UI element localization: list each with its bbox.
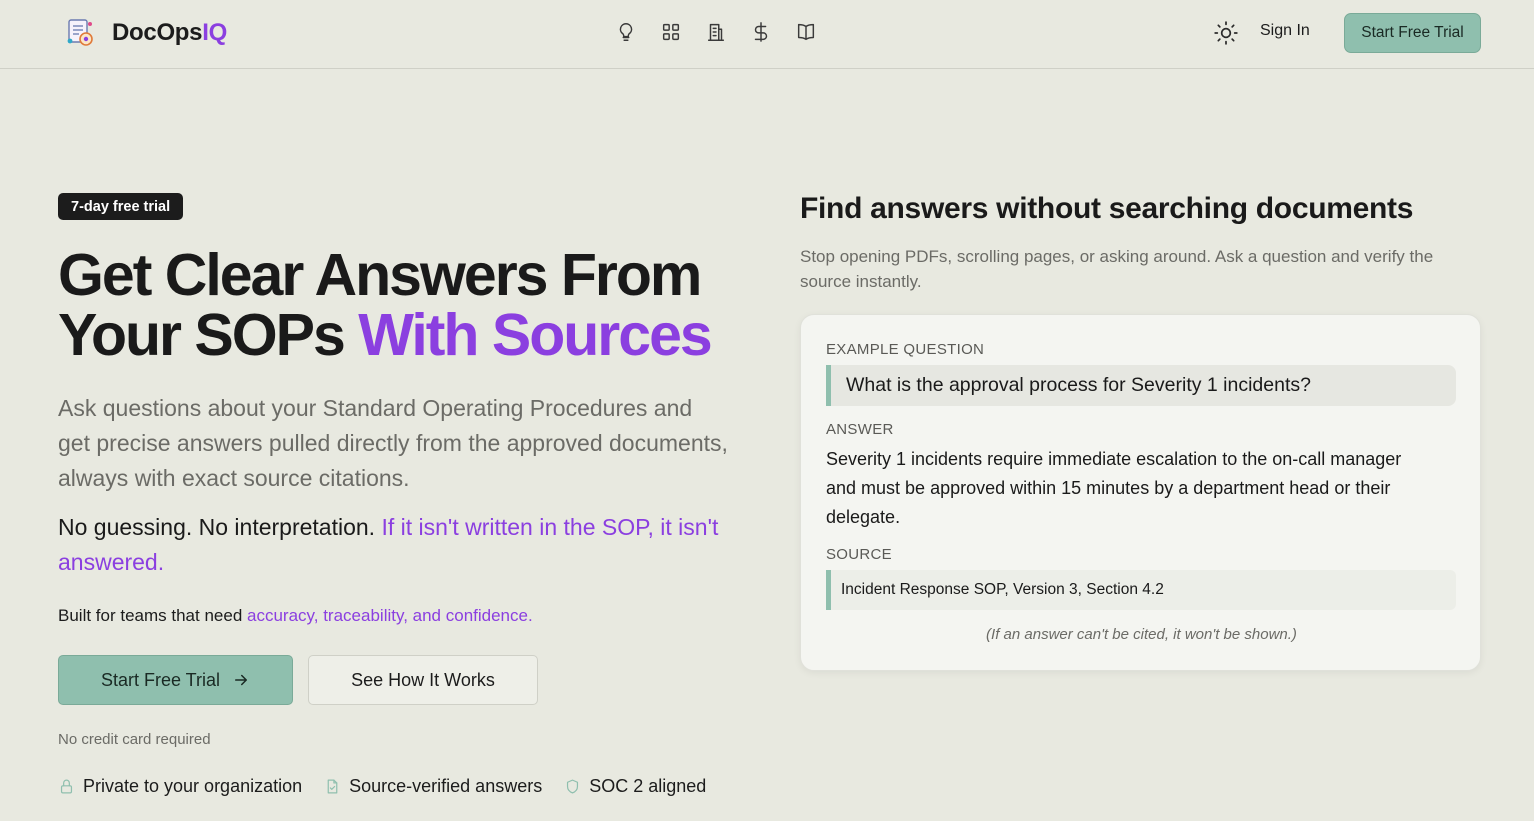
built-for-plain: Built for teams that need (58, 606, 247, 625)
hero-tagline-plain: No guessing. No interpretation. (58, 514, 382, 540)
hero-subtitle: Ask questions about your Standard Operat… (58, 395, 728, 491)
trust-item-verified: Source-verified answers (324, 776, 542, 797)
logo-icon (67, 19, 93, 46)
built-for-accent: accuracy, traceability, and confidence. (247, 606, 533, 625)
sign-in-link[interactable]: Sign In (1260, 22, 1310, 40)
lock-icon (60, 779, 73, 794)
document-check-icon (327, 779, 338, 794)
trust-item-soc2: SOC 2 aligned (564, 776, 706, 797)
example-section-title: Find answers without searching documents (800, 192, 1414, 225)
example-source: Incident Response SOP, Version 3, Sectio… (826, 570, 1456, 610)
hero-title-line2: Your SOPs (58, 302, 359, 368)
example-answer: Severity 1 incidents require immediate e… (826, 449, 1402, 527)
source-label: SOURCE (826, 546, 892, 563)
building-icon[interactable] (704, 20, 728, 44)
brand-name: DocOpsIQ (112, 19, 227, 47)
citation-note: (If an answer can't be cited, it won't b… (986, 626, 1297, 643)
trust-item-private: Private to your organization (58, 776, 302, 797)
start-free-trial-label: Start Free Trial (100, 669, 221, 690)
top-navigation-bar: DocOpsIQ Sign In Start Free Trial (0, 0, 1534, 69)
answer-label: ANSWER (826, 421, 894, 438)
trust-item-label: SOC 2 aligned (589, 776, 707, 796)
hero-title: Get Clear Answers From Your SOPs With So… (58, 245, 758, 365)
dollar-icon[interactable] (749, 20, 773, 44)
question-label: EXAMPLE QUESTION (826, 341, 985, 358)
example-question: What is the approval process for Severit… (826, 365, 1456, 406)
sun-icon[interactable] (1213, 20, 1239, 46)
nav-icon-group (614, 20, 839, 44)
brand-name-main: DocOps (112, 19, 203, 46)
start-free-trial-button[interactable]: Start Free Trial (58, 655, 293, 705)
trust-item-label: Source-verified answers (349, 776, 543, 796)
no-credit-card-note: No credit card required (58, 731, 211, 748)
arrow-right-icon (235, 674, 248, 686)
grid-icon[interactable] (659, 20, 683, 44)
trial-badge: 7-day free trial (58, 193, 184, 220)
trust-badges: Private to your organization Source-veri… (58, 776, 728, 797)
lightbulb-icon[interactable] (614, 20, 638, 44)
trust-item-label: Private to your organization (83, 776, 303, 796)
brand-name-accent: IQ (202, 19, 227, 46)
hero-title-accent: With Sources (358, 302, 712, 368)
brand-logo[interactable]: DocOpsIQ (64, 17, 227, 49)
example-section-subtitle: Stop opening PDFs, scrolling pages, or a… (800, 247, 1434, 291)
example-card: EXAMPLE QUESTION What is the approval pr… (800, 314, 1481, 671)
see-how-it-works-button[interactable]: See How It Works (308, 655, 538, 705)
header-start-trial-button[interactable]: Start Free Trial (1344, 13, 1481, 53)
hero-title-line1: Get Clear Answers From (58, 242, 702, 308)
shield-icon (567, 779, 579, 794)
book-icon[interactable] (794, 20, 818, 44)
hero-tagline: No guessing. No interpretation. If it is… (58, 510, 738, 580)
built-for-text: Built for teams that need accuracy, trac… (58, 606, 533, 626)
